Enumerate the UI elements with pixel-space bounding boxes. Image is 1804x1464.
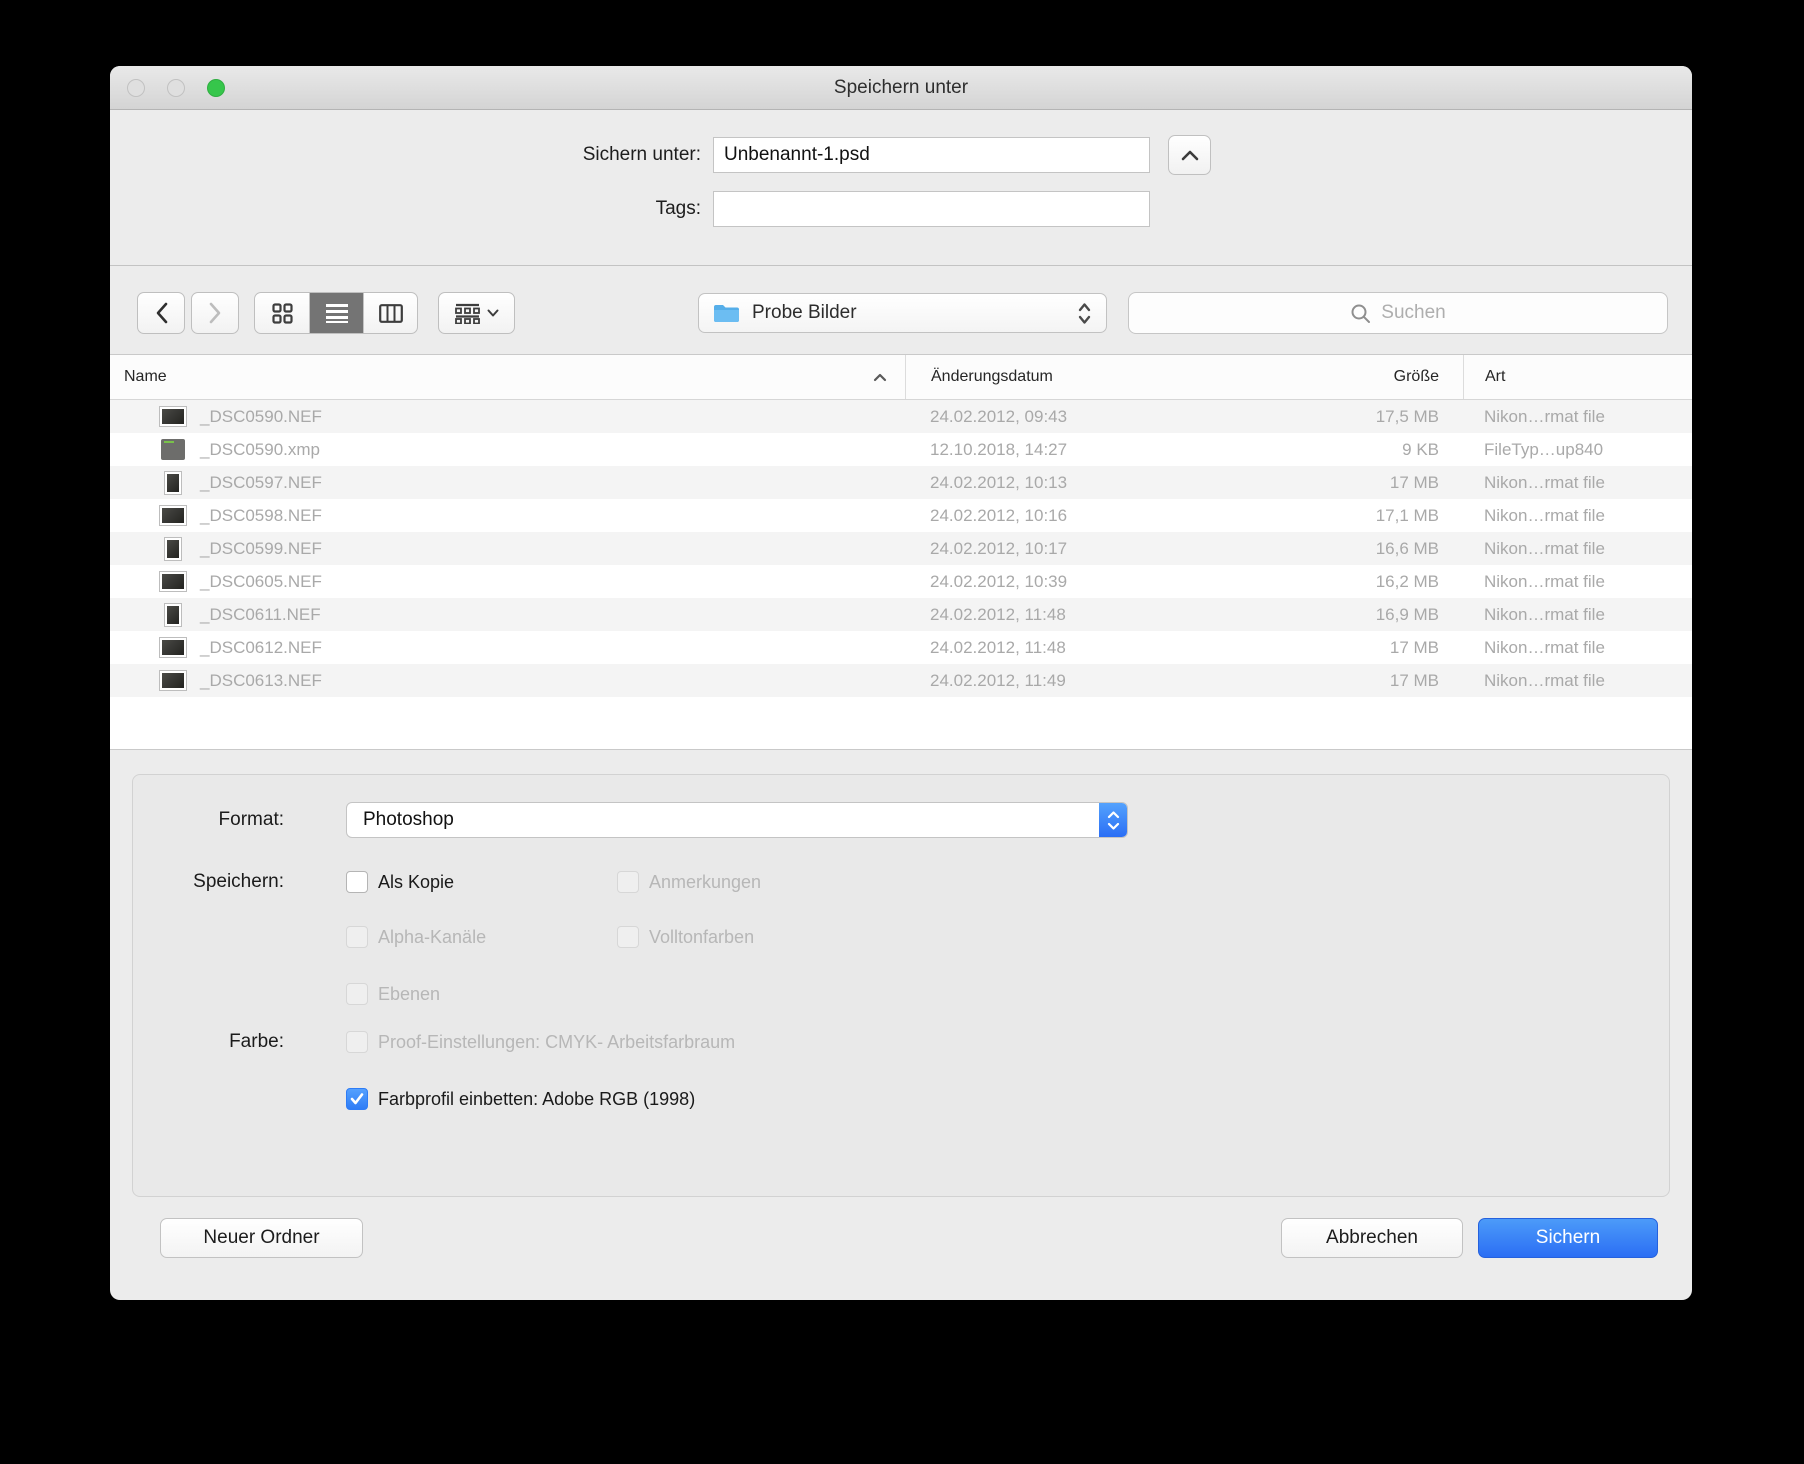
file-list: Name Änderungsdatum Größe Art _DSC0590.N… — [110, 354, 1692, 750]
list-view-icon — [325, 303, 349, 323]
checkbox-farbprofil-einbetten[interactable]: Farbprofil einbetten: Adobe RGB (1998) — [346, 1088, 695, 1110]
list-view-button[interactable] — [309, 293, 363, 333]
expand-collapse-button[interactable] — [1168, 135, 1211, 175]
search-input[interactable]: Suchen — [1128, 292, 1668, 334]
file-thumbnail-icon — [159, 470, 187, 496]
save-options-panel: Format: Photoshop Speichern: — [132, 774, 1670, 1197]
up-down-stepper-icon — [1099, 803, 1127, 837]
file-thumbnail-icon — [159, 569, 187, 595]
file-row[interactable]: _DSC0605.NEF 24.02.2012, 10:39 16,2 MB N… — [110, 565, 1692, 598]
file-row[interactable]: _DSC0597.NEF 24.02.2012, 10:13 17 MB Nik… — [110, 466, 1692, 499]
back-button[interactable] — [137, 292, 185, 334]
zoom-button[interactable] — [207, 79, 225, 97]
column-header-size[interactable]: Größe — [1267, 355, 1463, 399]
chevron-left-icon — [155, 302, 168, 324]
cancel-button[interactable]: Abbrechen — [1281, 1218, 1463, 1258]
file-thumbnail-icon — [159, 404, 187, 430]
checkbox-als-kopie[interactable]: Als Kopie — [346, 871, 617, 893]
save-button[interactable]: Sichern — [1478, 1218, 1658, 1258]
file-row[interactable]: _DSC0590.xmp 12.10.2018, 14:27 9 KB File… — [110, 433, 1692, 466]
file-thumbnail-icon — [159, 437, 187, 463]
file-row[interactable]: _DSC0590.NEF 24.02.2012, 09:43 17,5 MB N… — [110, 400, 1692, 433]
column-view-icon — [379, 304, 403, 323]
file-row[interactable]: _DSC0611.NEF 24.02.2012, 11:48 16,9 MB N… — [110, 598, 1692, 631]
save-section-label: Speichern: — [133, 871, 284, 893]
checkbox-ebenen: Ebenen — [346, 983, 440, 1005]
grid-view-icon — [272, 303, 293, 324]
magnifier-icon — [1350, 303, 1371, 324]
column-header-kind[interactable]: Art — [1463, 355, 1692, 399]
group-by-button[interactable] — [438, 292, 515, 334]
file-row[interactable]: _DSC0598.NEF 24.02.2012, 10:16 17,1 MB N… — [110, 499, 1692, 532]
view-segmented-control — [254, 292, 418, 334]
new-folder-button[interactable]: Neuer Ordner — [160, 1218, 363, 1258]
minimize-button[interactable] — [167, 79, 185, 97]
column-header-date[interactable]: Änderungsdatum — [905, 355, 1267, 399]
format-row: Format: Photoshop — [133, 802, 1669, 838]
checkbox-box — [346, 871, 368, 893]
file-row[interactable]: _DSC0612.NEF 24.02.2012, 11:48 17 MB Nik… — [110, 631, 1692, 664]
location-popup-label: Probe Bilder — [752, 302, 1077, 324]
blue-folder-icon — [713, 303, 740, 324]
file-thumbnail-icon — [159, 635, 187, 661]
color-row-1: Farbe: Proof-Einstellungen: CMYK- Arbeit… — [133, 1031, 1669, 1053]
location-popup[interactable]: Probe Bilder — [698, 293, 1107, 333]
group-by-icon — [455, 303, 480, 324]
checkbox-box — [617, 871, 639, 893]
dialog-footer: Neuer Ordner Abbrechen Sichern — [110, 1218, 1692, 1258]
checkbox-box — [346, 1031, 368, 1053]
file-row[interactable]: _DSC0613.NEF 24.02.2012, 11:49 17 MB Nik… — [110, 664, 1692, 697]
file-thumbnail-icon — [159, 536, 187, 562]
file-row[interactable]: _DSC0599.NEF 24.02.2012, 10:17 16,6 MB N… — [110, 532, 1692, 565]
save-checkbox-row-2: Alpha-Kanäle Volltonfarben — [133, 926, 1669, 948]
save-dialog-window: Speichern unter Sichern unter: Tags: — [110, 66, 1692, 1300]
checkbox-alpha-kanaele: Alpha-Kanäle — [346, 926, 617, 948]
checkbox-volltonfarben: Volltonfarben — [617, 926, 754, 948]
screen-background: Speichern unter Sichern unter: Tags: — [0, 0, 1804, 1464]
window-title: Speichern unter — [834, 77, 968, 99]
file-thumbnail-icon — [159, 602, 187, 628]
finder-toolbar: Probe Bilder Suchen — [110, 266, 1692, 354]
save-form: Sichern unter: Tags: — [110, 110, 1692, 266]
format-select-value: Photoshop — [363, 809, 454, 831]
checkbox-box — [346, 983, 368, 1005]
filename-label: Sichern unter: — [110, 144, 701, 166]
tags-input[interactable] — [713, 191, 1150, 227]
list-empty-area — [110, 697, 1692, 749]
close-button[interactable] — [127, 79, 145, 97]
file-rows: _DSC0590.NEF 24.02.2012, 09:43 17,5 MB N… — [110, 400, 1692, 697]
save-checkbox-row-1: Speichern: Als Kopie Anmerkungen — [133, 871, 1669, 893]
traffic-lights — [127, 79, 225, 97]
format-label: Format: — [133, 809, 284, 831]
filename-input[interactable] — [713, 137, 1150, 173]
tags-label: Tags: — [110, 198, 701, 220]
list-header: Name Änderungsdatum Größe Art — [110, 354, 1692, 400]
color-row-2: Farbprofil einbetten: Adobe RGB (1998) — [133, 1088, 1669, 1110]
format-select[interactable]: Photoshop — [346, 802, 1128, 838]
search-placeholder: Suchen — [1381, 302, 1445, 324]
title-bar: Speichern unter — [110, 66, 1692, 110]
column-view-button[interactable] — [363, 293, 417, 333]
checkbox-anmerkungen: Anmerkungen — [617, 871, 761, 893]
checkbox-box — [346, 926, 368, 948]
chevron-right-icon — [209, 302, 222, 324]
up-down-chevrons-icon — [1077, 302, 1092, 325]
checkbox-box — [617, 926, 639, 948]
sort-ascending-icon — [873, 373, 887, 382]
chevron-down-icon — [487, 309, 499, 317]
file-thumbnail-icon — [159, 668, 187, 694]
file-thumbnail-icon — [159, 503, 187, 529]
column-header-name[interactable]: Name — [110, 355, 905, 399]
checkbox-checked-box — [346, 1088, 368, 1110]
chevron-up-icon — [1181, 150, 1199, 161]
checkbox-proof-einstellungen: Proof-Einstellungen: CMYK- Arbeitsfarbra… — [346, 1031, 735, 1053]
icon-view-button[interactable] — [255, 293, 309, 333]
color-section-label: Farbe: — [133, 1031, 284, 1053]
forward-button[interactable] — [191, 292, 239, 334]
save-checkbox-row-3: Ebenen — [133, 983, 1669, 1005]
